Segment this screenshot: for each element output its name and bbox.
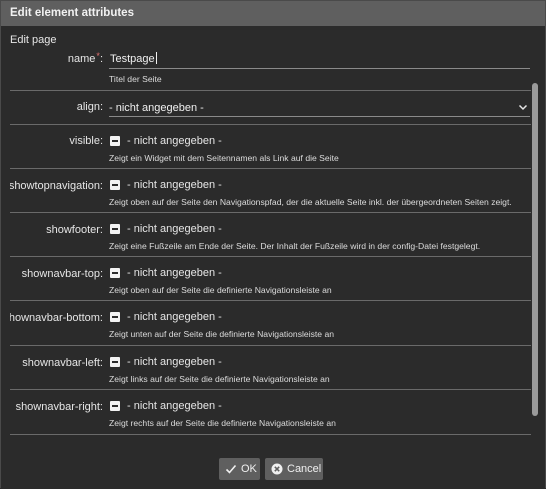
shownavbar-right-description: Zeigt rechts auf der Seite die definiert… bbox=[109, 418, 336, 428]
name-input[interactable]: Testpage bbox=[109, 52, 530, 69]
row-showfooter: showfooter: - nicht angegeben - Zeigt ei… bbox=[10, 213, 531, 257]
shownavbar-left-value: - nicht angegeben - bbox=[127, 356, 222, 368]
showfooter-description: Zeigt eine Fußzeile am Ende der Seite. D… bbox=[109, 241, 481, 251]
chevron-down-icon bbox=[518, 104, 528, 111]
shownavbar-top-label: shownavbar-top: bbox=[21, 268, 103, 280]
showfooter-label: showfooter: bbox=[46, 224, 103, 236]
shownavbar-right-checkbox[interactable] bbox=[110, 401, 120, 411]
row-name: name*: Testpage Titel der Seite bbox=[10, 47, 531, 91]
row-align: align: - nicht angegeben - bbox=[10, 91, 531, 125]
showtopnavigation-value: - nicht angegeben - bbox=[127, 179, 222, 191]
shownavbar-top-value: - nicht angegeben - bbox=[127, 267, 222, 279]
cancel-label: Cancel bbox=[287, 463, 322, 475]
dialog-title[interactable]: Edit element attributes bbox=[1, 1, 545, 26]
row-shownavbar-bottom: shownavbar-bottom: - nicht angegeben - Z… bbox=[10, 301, 531, 346]
showtopnavigation-checkbox[interactable] bbox=[110, 180, 120, 190]
shownavbar-bottom-checkbox[interactable] bbox=[110, 312, 120, 322]
visible-value: - nicht angegeben - bbox=[127, 135, 222, 147]
shownavbar-left-checkbox[interactable] bbox=[110, 357, 120, 367]
shownavbar-top-checkbox[interactable] bbox=[110, 268, 120, 278]
showtopnavigation-label: showtopnavigation: bbox=[10, 180, 103, 192]
shownavbar-bottom-label: shownavbar-bottom: bbox=[10, 312, 103, 324]
text-caret bbox=[155, 52, 157, 64]
showtopnavigation-description: Zeigt oben auf der Seite den Navigations… bbox=[109, 197, 512, 207]
shownavbar-right-label: shownavbar-right: bbox=[15, 401, 103, 413]
checkmark-icon bbox=[225, 464, 237, 474]
shownavbar-left-description: Zeigt links auf der Seite die definierte… bbox=[109, 374, 330, 384]
ok-button[interactable]: OK bbox=[219, 458, 260, 480]
showfooter-checkbox[interactable] bbox=[110, 224, 120, 234]
shownavbar-bottom-value: - nicht angegeben - bbox=[127, 311, 222, 323]
scrollbar[interactable] bbox=[532, 83, 538, 416]
visible-description: Zeigt ein Widget mit dem Seitennamen als… bbox=[109, 153, 339, 163]
ok-label: OK bbox=[241, 463, 257, 475]
cancel-circle-icon bbox=[271, 463, 283, 475]
row-shownavbar-top: shownavbar-top: - nicht angegeben - Zeig… bbox=[10, 257, 531, 301]
cancel-button[interactable]: Cancel bbox=[265, 458, 323, 480]
row-visible: visible: - nicht angegeben - Zeigt ein W… bbox=[10, 125, 531, 169]
edit-attributes-dialog: Edit element attributes Edit page name*:… bbox=[0, 0, 546, 489]
visible-checkbox[interactable] bbox=[110, 136, 120, 146]
name-description: Titel der Seite bbox=[109, 74, 162, 84]
section-title: Edit page bbox=[10, 34, 57, 46]
align-select[interactable]: - nicht angegeben - bbox=[109, 101, 530, 117]
shownavbar-left-label: shownavbar-left: bbox=[22, 357, 103, 369]
dialog-footer: OK Cancel bbox=[1, 452, 545, 489]
row-shownavbar-left: shownavbar-left: - nicht angegeben - Zei… bbox=[10, 346, 531, 390]
visible-label: visible: bbox=[69, 135, 103, 147]
shownavbar-bottom-description: Zeigt unten auf der Seite die definierte… bbox=[109, 329, 335, 339]
align-label: align: bbox=[76, 101, 103, 113]
row-showtopnavigation: showtopnavigation: - nicht angegeben - Z… bbox=[10, 169, 531, 213]
align-select-value: - nicht angegeben - bbox=[109, 102, 204, 114]
form-content: name*: Testpage Titel der Seite align: -… bbox=[10, 47, 531, 450]
shownavbar-right-value: - nicht angegeben - bbox=[127, 400, 222, 412]
showfooter-value: - nicht angegeben - bbox=[127, 223, 222, 235]
shownavbar-top-description: Zeigt oben auf der Seite die definierte … bbox=[109, 285, 332, 295]
name-label: name*: bbox=[67, 51, 103, 65]
required-marker: * bbox=[96, 51, 100, 61]
row-shownavbar-right: shownavbar-right: - nicht angegeben - Ze… bbox=[10, 390, 531, 435]
